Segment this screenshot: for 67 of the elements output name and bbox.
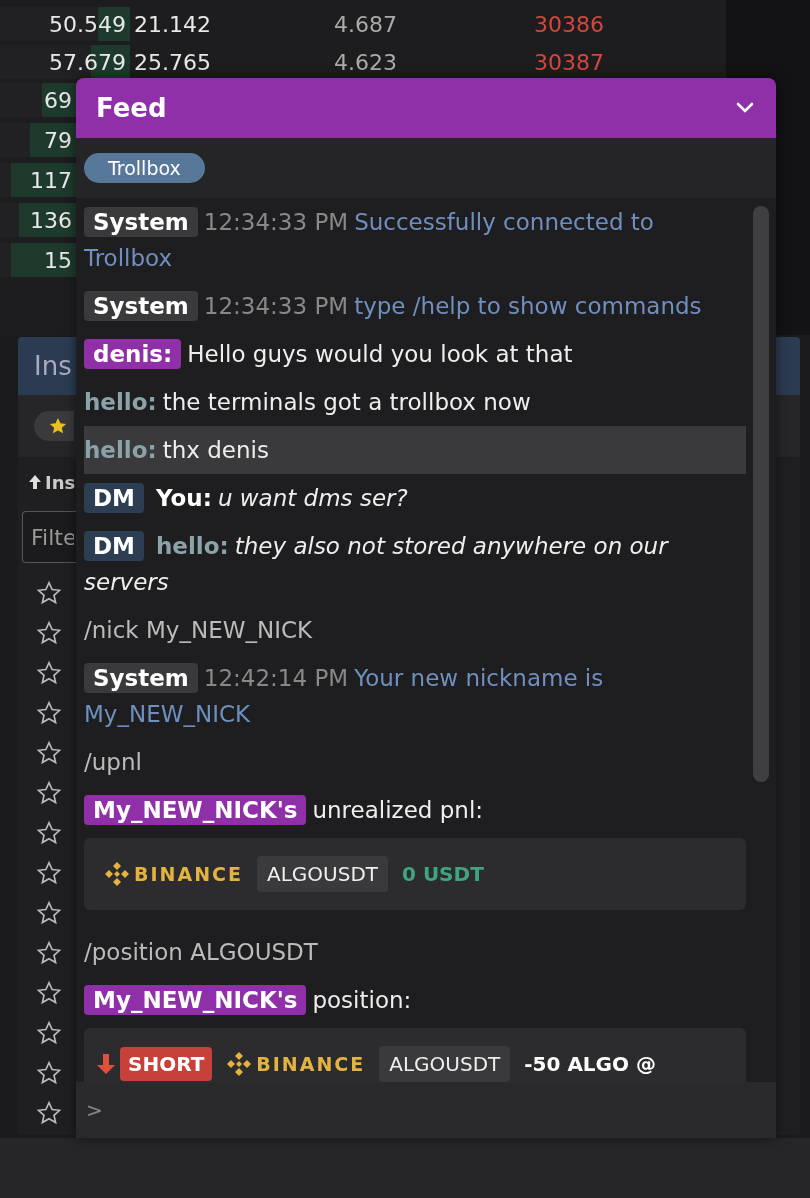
chat-message-row[interactable]: denis: Hello guys would you look at that [84, 330, 746, 378]
favorites-filter[interactable] [34, 411, 74, 441]
sender-name[interactable]: hello: [84, 437, 157, 463]
star-icon[interactable] [36, 1100, 62, 1126]
size-value: 4.687 [334, 11, 398, 37]
bid-total: 25.765 [133, 49, 212, 75]
panel-title: Ins [34, 351, 72, 381]
ask-price: 30387 [534, 49, 604, 75]
bid-price: 79 [44, 127, 73, 155]
star-icon[interactable] [36, 580, 62, 606]
sender-name[interactable]: hello: [84, 389, 157, 415]
column-header[interactable]: Ins [45, 471, 76, 493]
star-icon[interactable] [36, 860, 62, 886]
direct-message: DM You: u want dms ser? [84, 474, 746, 522]
star-icon[interactable] [36, 780, 62, 806]
panel-title: Feed [96, 93, 167, 123]
command-text: /position ALGOUSDT [84, 939, 318, 965]
star-icon [48, 416, 68, 436]
message-text: Hello guys would you look at that [187, 341, 573, 367]
star-icon[interactable] [36, 700, 62, 726]
chat-message-row[interactable]: hello: thx denis [84, 426, 746, 474]
diamond-logo-icon [104, 861, 130, 887]
system-message: System 12:34:33 PM type /help to show commands [84, 282, 746, 330]
message-text: the terminals got a trollbox now [162, 389, 531, 415]
bid-price: 50.549 [49, 11, 127, 39]
star-icon[interactable] [36, 940, 62, 966]
arrow-up-icon [28, 474, 42, 490]
star-icon[interactable] [36, 1020, 62, 1046]
diamond-logo-icon [226, 1051, 253, 1077]
sender-badge[interactable]: My_NEW_NICK's [84, 795, 307, 825]
star-icon[interactable] [36, 620, 62, 646]
bid-price: 57.679 [49, 49, 127, 77]
system-message: System 12:34:33 PM Successfully connected to Trollbox [84, 206, 655, 273]
message-text: position: [312, 987, 412, 1013]
star-icon[interactable] [36, 1060, 62, 1086]
ask-price: 30386 [534, 11, 604, 37]
star-icon[interactable] [36, 820, 62, 846]
bid-price: 136 [30, 207, 73, 235]
message-text: thx denis [162, 437, 269, 463]
bid-price: 69 [44, 87, 73, 115]
message-text: unrealized pnl: [312, 797, 484, 823]
sender-badge[interactable]: My_NEW_NICK's [84, 985, 307, 1015]
star-icon[interactable] [36, 980, 62, 1006]
symbol-tag: ALGOUSDT [379, 1046, 511, 1082]
direct-message: DM hello: they also not stored anywhere on our servers [84, 530, 670, 597]
exchange-logo: BINANCE [256, 1052, 366, 1077]
feed-tab[interactable]: Trollbox [84, 153, 205, 183]
input-prompt[interactable]: > [86, 1098, 103, 1122]
star-icon[interactable] [36, 740, 62, 766]
system-message: System 12:42:14 PM Your new nickname is My_NEW_NICK [84, 662, 605, 729]
bid-price: 117 [30, 167, 73, 195]
sender-badge[interactable]: denis: [84, 339, 182, 369]
position-size: -50 ALGO @ [524, 1051, 656, 1078]
command-text: /nick My_NEW_NICK [84, 617, 313, 643]
chat-message-row[interactable]: hello: the terminals got a trollbox now [84, 378, 746, 426]
bid-price: 15 [44, 247, 73, 275]
pnl-value: 0 USDT [402, 861, 484, 888]
chevron-icon[interactable] [736, 102, 754, 114]
command-text: /upnl [84, 749, 142, 775]
star-icon[interactable] [36, 660, 62, 686]
bid-total: 21.142 [133, 11, 212, 37]
size-value: 4.623 [334, 49, 398, 75]
side-badge: SHORT [120, 1047, 213, 1081]
symbol-tag: ALGOUSDT [257, 856, 388, 892]
star-icon[interactable] [36, 900, 62, 926]
exchange-logo: BINANCE [134, 862, 243, 887]
scrollbar-thumb[interactable] [753, 206, 769, 782]
